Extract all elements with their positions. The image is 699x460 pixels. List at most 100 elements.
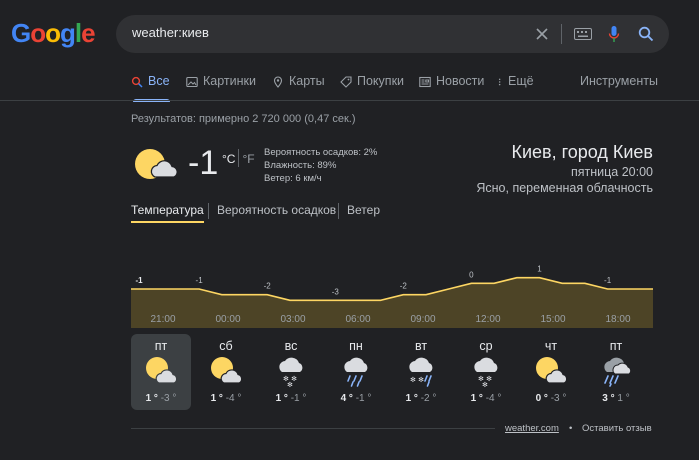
partly-cloudy-icon (536, 357, 568, 384)
temp-low: -4 ° (225, 393, 242, 404)
tag-icon (340, 76, 352, 88)
day-name: пт (609, 339, 623, 353)
hour-label: 18:00 (605, 314, 631, 325)
hour-label: 06:00 (345, 314, 371, 325)
temp-range: 3 ° 1 ° (586, 393, 646, 404)
temp-range: 1 ° -4 ° (196, 393, 256, 404)
search-icon[interactable] (634, 15, 658, 53)
search-input[interactable]: weather:киев (132, 25, 209, 40)
tools-label: Инструменты (580, 74, 658, 88)
local-time: пятница 20:00 (570, 165, 653, 179)
location-block: Киев, город Киев пятница 20:00 Ясно, пер… (476, 140, 653, 196)
image-icon (186, 76, 198, 88)
partly-cloudy-icon (146, 357, 178, 384)
search-icon (131, 76, 143, 88)
temperature-data-label: 1 (537, 265, 542, 274)
temp-high: 3 ° (602, 393, 615, 404)
celsius-unit[interactable]: °C (222, 152, 235, 166)
tab-maps[interactable]: Карты (272, 74, 325, 100)
subtab-temperature[interactable]: Температура (131, 203, 204, 223)
search-divider (561, 24, 562, 44)
temp-range: 1 ° -4 ° (456, 393, 516, 404)
tab-all[interactable]: Все (131, 74, 170, 102)
footer-separator: • (569, 423, 573, 434)
hour-label: 15:00 (540, 314, 566, 325)
temp-high: 1 ° (470, 393, 483, 404)
temperature-data-label: -1 (135, 276, 143, 285)
snow-rain-icon: ✻ ✻ (409, 357, 433, 387)
news-icon (419, 76, 431, 88)
hour-label: 21:00 (150, 314, 176, 325)
tab-news[interactable]: Новости (419, 74, 484, 100)
temp-low: -1 ° (355, 393, 372, 404)
day-name: пт (154, 339, 168, 353)
temp-high: 0 ° (535, 393, 548, 404)
temp-high: 1 ° (405, 393, 418, 404)
temperature-data-label: -1 (196, 276, 204, 285)
tab-label: Новости (436, 74, 485, 88)
partly-cloudy-icon (135, 149, 178, 179)
temperature-data-label: -3 (332, 287, 340, 296)
temp-high: 1 ° (210, 393, 223, 404)
subtab-label: Ветер (347, 203, 380, 217)
tab-label: Ещё (508, 74, 534, 88)
temp-low: -1 ° (290, 393, 307, 404)
rain-icon (344, 357, 368, 387)
forecast-day[interactable]: вт ✻ ✻ 1 ° -2 ° (391, 334, 451, 410)
subtab-label: Температура (131, 203, 204, 217)
location-title: Киев, город Киев (511, 142, 653, 162)
temp-low: -3 ° (160, 393, 177, 404)
forecast-day[interactable]: вс ✻ ✻ ✻ 1 ° -1 ° (261, 334, 321, 410)
temp-range: 1 ° -3 ° (131, 393, 191, 404)
tools-button[interactable]: Инструменты (580, 74, 658, 100)
forecast-day[interactable]: пт 1 ° -3 ° (131, 334, 191, 410)
temp-low: -4 ° (485, 393, 502, 404)
forecast-day[interactable]: пт 3 ° 1 ° (586, 334, 646, 410)
forecast-day[interactable]: чт 0 ° -3 ° (521, 334, 581, 410)
subtab-wind[interactable]: Ветер (347, 203, 380, 217)
day-name: сб (219, 339, 233, 353)
forecast-day[interactable]: сб 1 ° -4 ° (196, 334, 256, 410)
snow-icon: ✻ ✻✻ (279, 357, 303, 388)
search-box[interactable]: weather:киев (116, 15, 669, 53)
tab-label: Карты (289, 74, 325, 88)
keyboard-icon[interactable] (571, 15, 595, 53)
temp-range: 0 ° -3 ° (521, 393, 581, 404)
clear-icon[interactable] (530, 15, 554, 53)
day-name: пн (349, 339, 363, 353)
fahrenheit-unit[interactable]: °F (242, 152, 254, 166)
hour-label: 12:00 (475, 314, 501, 325)
showers-icon (604, 357, 632, 387)
day-name: вс (284, 339, 298, 353)
header-divider (0, 100, 699, 101)
temp-high: 4 ° (340, 393, 353, 404)
temp-low: -3 ° (550, 393, 567, 404)
snow-icon: ✻ ✻✻ (474, 357, 498, 388)
tab-shopping[interactable]: Покупки (340, 74, 404, 100)
subtab-precipitation[interactable]: Вероятность осадков (217, 203, 336, 217)
more-vert-icon (498, 78, 501, 86)
current-temperature: -1 (188, 144, 219, 182)
tab-images[interactable]: Картинки (186, 74, 256, 100)
weather-condition: Ясно, переменная облачность (476, 181, 653, 195)
google-logo[interactable]: Google (11, 18, 96, 49)
forecast-day[interactable]: ср ✻ ✻ ✻ 1 ° -4 ° (456, 334, 516, 410)
tab-more[interactable]: Ещё (497, 74, 534, 100)
hour-label: 03:00 (280, 314, 306, 325)
source-link[interactable]: weather.com (505, 423, 559, 434)
feedback-link[interactable]: Оставить отзыв (582, 423, 652, 434)
temp-low: 1 ° (617, 393, 630, 404)
svg-text:✻: ✻ (482, 381, 488, 388)
tab-label: Картинки (203, 74, 256, 88)
temperature-data-label: -1 (604, 276, 612, 285)
temp-high: 1 ° (145, 393, 158, 404)
tab-label: Покупки (357, 74, 405, 88)
precip-chance: Вероятность осадков: 2% (264, 147, 378, 158)
humidity: Влажность: 89% (264, 160, 337, 171)
forecast-day[interactable]: пн 4 ° -1 ° (326, 334, 386, 410)
daily-forecast: пт 1 ° -3 ° сб 1 ° -4 ° вс ✻ ✻ ✻ 1 ° -1 °… (131, 334, 653, 410)
weather-details: Вероятность осадков: 2% Влажность: 89% В… (264, 146, 377, 185)
day-name: вт (414, 339, 428, 353)
microphone-icon[interactable] (604, 15, 624, 53)
unit-toggle: °C °F (222, 149, 255, 167)
